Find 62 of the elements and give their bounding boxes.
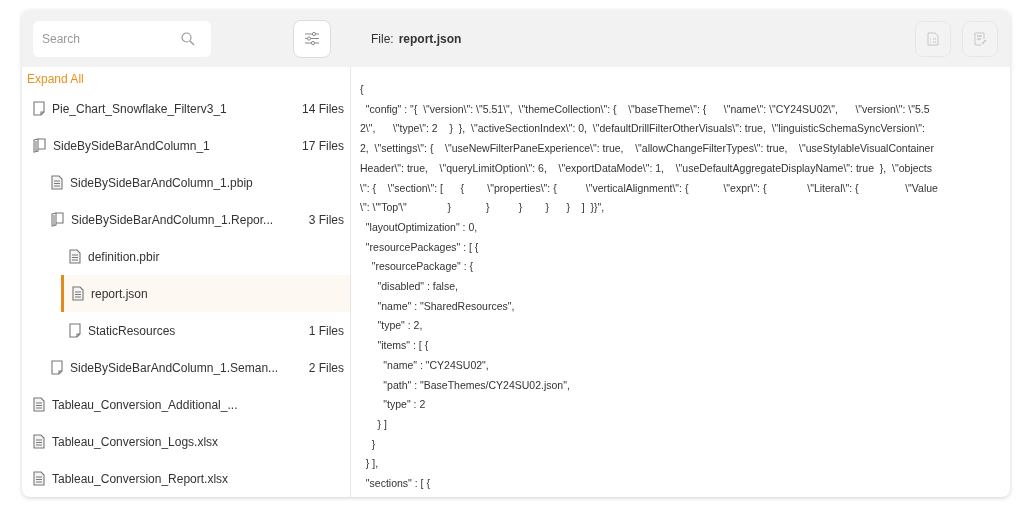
tree-item[interactable]: StaticResources 1 Files [61, 312, 350, 349]
code-line: "resourcePackages" : [ { [364, 239, 480, 255]
tree-item[interactable]: SideBySideBarAndColumn_1.Seman... 2 Files [43, 349, 350, 386]
item-name: SideBySideBarAndColumn_1.pbip [70, 174, 254, 192]
search-field[interactable]: Search [33, 20, 211, 57]
tree-item[interactable]: SideBySideBarAndColumn_1 17 Files [25, 127, 350, 164]
page-icon [69, 323, 81, 338]
code-line: "resourcePackage" : { [370, 259, 475, 275]
tree-item[interactable]: SideBySideBarAndColumn_1.Repor... 3 Files [43, 201, 350, 238]
code-line: "name" : "SharedResources", [376, 298, 516, 314]
book-icon [51, 212, 64, 227]
file-count: 14 Files [301, 100, 344, 118]
tree-item[interactable]: Pie_Chart_Snowflake_Filterv3_1 14 Files [25, 90, 350, 127]
file-count: 3 Files [308, 211, 344, 229]
code-line: "name" : "CY24SU02", [382, 357, 490, 373]
page-icon [51, 360, 63, 375]
item-name: SideBySideBarAndColumn_1.Seman... [70, 359, 280, 377]
file-count: 2 Files [308, 359, 344, 377]
tree-item[interactable]: report.json [61, 275, 350, 312]
edit-icon [973, 31, 987, 46]
item-name: Tableau_Conversion_Logs.xlsx [52, 433, 220, 451]
tree-item[interactable]: Tableau_Conversion_Logs.xlsx [25, 423, 350, 460]
code-line: "layoutOptimization" : 0, [364, 219, 479, 235]
item-name: SideBySideBarAndColumn_1.Repor... [71, 211, 275, 229]
code-line: } [370, 436, 377, 452]
item-name: report.json [91, 285, 149, 303]
tree-item[interactable]: Tableau_Conversion_Report.xlsx [25, 460, 350, 497]
file-name: report.json [398, 30, 462, 48]
document-icon [33, 397, 45, 412]
file-count: 1 Files [308, 322, 344, 340]
document-icon [33, 471, 45, 486]
tree-item[interactable]: definition.pbir [61, 238, 350, 275]
item-name: definition.pbir [88, 248, 161, 266]
item-name: StaticResources [88, 322, 177, 340]
file-count: 17 Files [301, 137, 344, 155]
sliders-icon [305, 32, 319, 45]
document-icon [72, 286, 84, 301]
document-icon [51, 175, 63, 190]
tree-item[interactable]: SideBySideBarAndColumn_1.pbip [43, 164, 350, 201]
document-icon [33, 434, 45, 449]
item-name: SideBySideBarAndColumn_1 [53, 137, 211, 155]
book-icon [33, 138, 46, 153]
document-icon [69, 249, 81, 264]
page-icon [33, 101, 45, 116]
code-line: "path" : "BaseThemes/CY24SU02.json", [382, 377, 571, 393]
code-line: "disabled" : false, [376, 279, 459, 295]
tree-item[interactable]: Tableau_Conversion_Additional_... [25, 386, 350, 423]
search-icon [181, 31, 195, 46]
code-line: } ], [364, 456, 380, 472]
filter-button[interactable] [293, 19, 331, 58]
checklist-icon [927, 31, 939, 46]
item-name: Tableau_Conversion_Report.xlsx [52, 470, 230, 488]
code-line: "sections" : [ { [364, 476, 431, 492]
code-line: } ] [376, 416, 388, 432]
code-line: "type" : 2, [376, 318, 424, 334]
code-line: "config" : "{ \"version\": \"5.51\", \"themeCollection\": { \"baseTheme\": { \"name\": \"CY24SU02\", \"version\": \"5.5 2\", \"type\": 2 } }, \"activeSectionIndex\": 0, \"defaultDrillFilterOtherVisuals\": true, \"linguisticSchemaSyncVersion\": 2, \"settings\": { \"useNewFilterPaneExperience\": true, \"allowChangeFilterTypes\": true, \"useStylableVisualContainer Header\": true, \"queryLimitOption\": 6, \"exportDataMode\": 1, \"useDefaultAggregateDisplayName\": true }, \"objects \": { \"section\": [ { \"properties\": { \"verticalAlignment\": { \"expr\": { \"Literal\": { \"Value \": \"'Top'\" } } } } } ] }}", [360, 101, 939, 216]
code-line: { [360, 82, 365, 97]
item-name: Pie_Chart_Snowflake_Filterv3_1 [52, 100, 228, 118]
code-line: "items" : [ { [376, 338, 430, 354]
code-line: "type" : 2 [382, 397, 427, 413]
file-label: File: [371, 30, 394, 48]
item-name: Tableau_Conversion_Additional_... [52, 396, 239, 414]
